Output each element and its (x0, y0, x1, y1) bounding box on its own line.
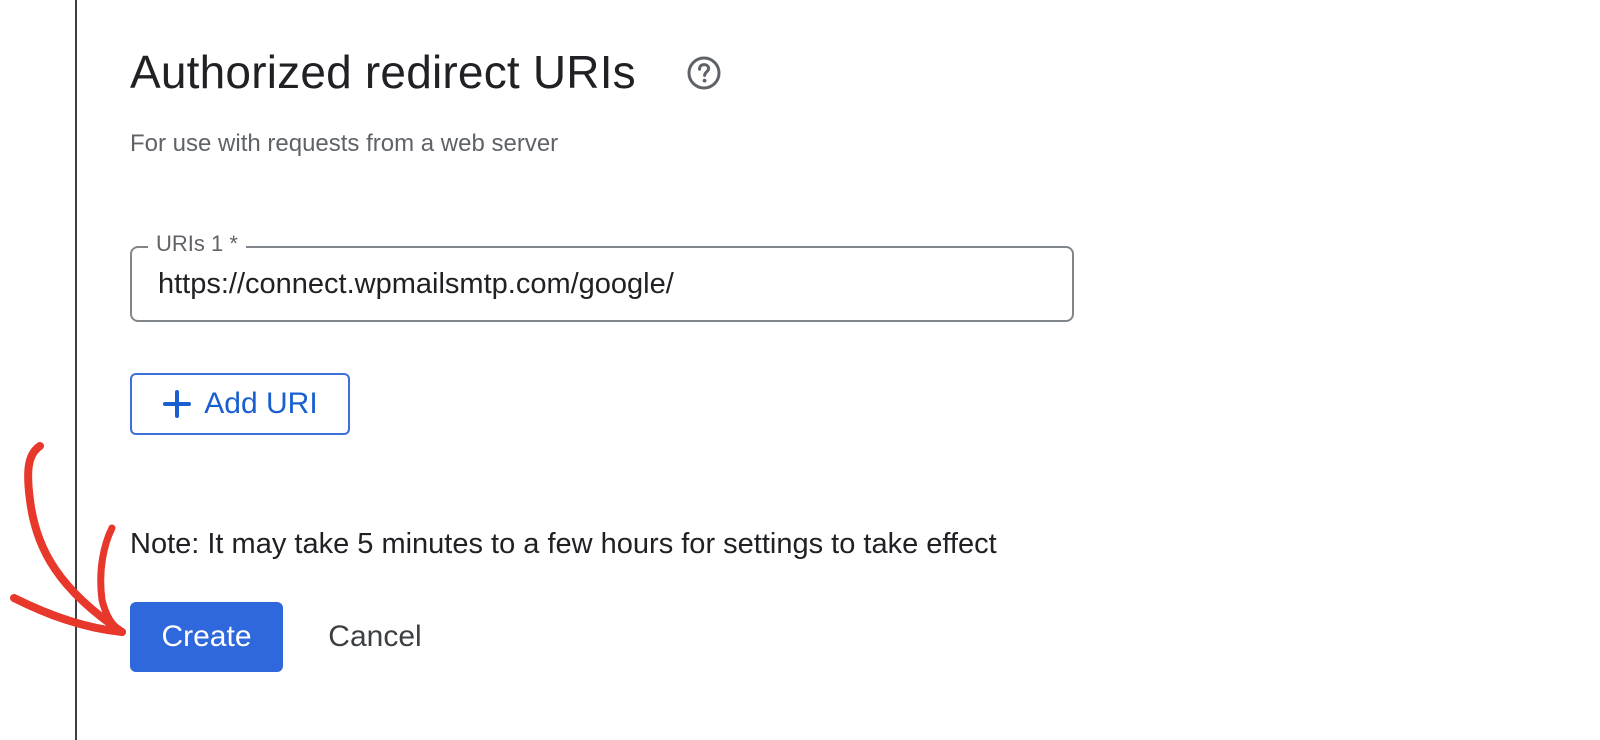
create-button-label: Create (161, 620, 252, 653)
uri-1-label: URIs 1 * (148, 229, 246, 259)
section-title: Authorized redirect URIs (130, 46, 636, 98)
create-button[interactable]: Create (130, 602, 283, 672)
annotation-arrow (10, 442, 126, 636)
redirect-uris-page: Authorized redirect URIs For use with re… (0, 0, 1600, 740)
uri-1-field[interactable]: URIs 1 * https://connect.wpmailsmtp.com/… (130, 229, 1074, 322)
plus-icon (163, 390, 192, 418)
cancel-button[interactable]: Cancel (318, 602, 432, 672)
uri-1-input-value[interactable]: https://connect.wpmailsmtp.com/google/ (158, 266, 674, 302)
add-uri-button[interactable]: Add URI (130, 373, 350, 435)
help-circle-icon[interactable] (686, 55, 722, 91)
cancel-button-label: Cancel (328, 620, 422, 653)
section-subtitle: For use with requests from a web server (130, 130, 559, 157)
add-uri-label: Add URI (204, 387, 318, 420)
settings-note: Note: It may take 5 minutes to a few hou… (130, 528, 997, 560)
